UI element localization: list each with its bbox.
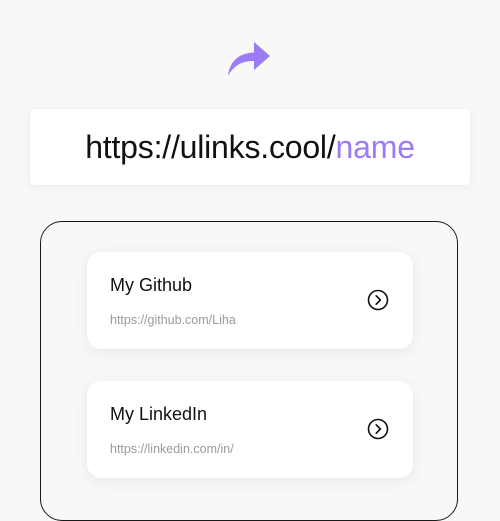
share-arrow-icon[interactable] [226,36,272,78]
link-title: My LinkedIn [110,404,208,424]
link-url: https://linkedin.com/in/ [110,442,234,456]
url-name-placeholder: name [335,128,415,165]
url-prefix: https://ulinks.cool/ [85,128,336,165]
link-url: https://github.com/Liha [110,313,236,327]
chevron-right-circle-icon[interactable] [367,289,389,311]
link-title: My Github [110,275,193,295]
chevron-right-circle-icon[interactable] [367,418,389,440]
link-card-github[interactable]: My Github https://github.com/Liha [87,252,413,349]
link-card-linkedin[interactable]: My LinkedIn https://linkedin.com/in/ [87,381,413,478]
url-bar[interactable]: https://ulinks.cool/name [30,109,470,185]
